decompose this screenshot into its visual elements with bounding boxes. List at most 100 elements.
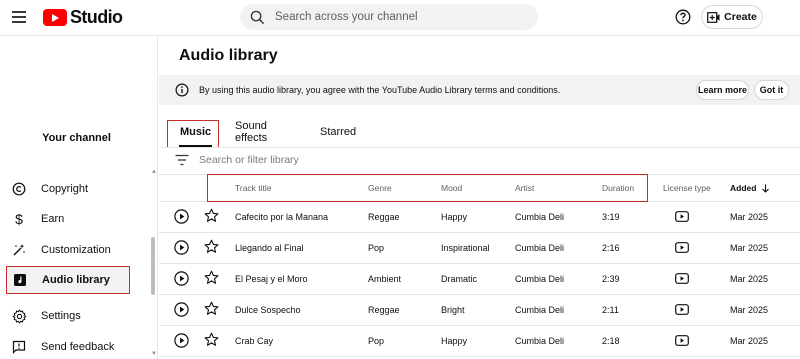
your-channel-label: Your channel xyxy=(42,132,111,144)
table-row[interactable]: Dulce Sospecho Reggae Bright Cumbia Deli… xyxy=(159,295,800,326)
studio-logo[interactable]: Studio xyxy=(43,7,123,28)
page-title: Audio library xyxy=(179,47,278,64)
filter-input[interactable] xyxy=(199,154,499,166)
tab-divider xyxy=(159,147,800,148)
menu-icon[interactable] xyxy=(12,11,26,23)
sidebar-item-label: Settings xyxy=(41,310,81,322)
track-title: Llegando al Final xyxy=(235,243,304,253)
track-duration: 2:39 xyxy=(602,274,620,284)
track-duration: 2:11 xyxy=(602,305,619,315)
youtube-license-icon xyxy=(675,242,689,253)
table-row[interactable]: Crab Cay Pop Happy Cumbia Deli 2:18 Mar … xyxy=(159,326,800,357)
star-icon[interactable] xyxy=(204,239,219,254)
create-button[interactable]: Create xyxy=(701,5,763,29)
track-genre: Reggae xyxy=(368,212,400,222)
sidebar-item-settings[interactable]: Settings xyxy=(0,302,150,330)
play-icon[interactable] xyxy=(174,302,189,317)
music-tab-highlight xyxy=(167,120,219,148)
track-mood: Inspirational xyxy=(441,243,490,253)
track-genre: Ambient xyxy=(368,274,402,284)
table-row[interactable]: El Pesaj y el Moro Ambient Dramatic Cumb… xyxy=(159,264,800,295)
got-it-button[interactable]: Got it xyxy=(754,80,789,100)
learn-more-button[interactable]: Learn more xyxy=(696,80,749,100)
track-duration: 2:18 xyxy=(602,336,620,346)
search-input[interactable] xyxy=(275,11,515,23)
search-bar[interactable] xyxy=(240,4,538,30)
sidebar-item-earn[interactable]: $ Earn xyxy=(0,205,150,233)
sidebar-scrollbar[interactable] xyxy=(151,237,155,295)
sidebar: Your channel Copyright $ Earn Customizat… xyxy=(0,37,158,359)
track-mood: Bright xyxy=(441,305,465,315)
top-bar: Studio Create xyxy=(0,0,800,36)
sidebar-item-label: Copyright xyxy=(41,183,89,195)
scroll-up-arrow[interactable]: ▲ xyxy=(151,169,157,175)
track-artist[interactable]: Cumbia Deli xyxy=(515,336,564,346)
youtube-license-icon xyxy=(675,273,689,284)
added-label: Added xyxy=(730,183,757,193)
youtube-license-icon xyxy=(675,211,689,222)
track-title: Dulce Sospecho xyxy=(235,305,301,315)
track-added: Mar 2025 xyxy=(730,212,769,222)
sidebar-item-label: Audio library xyxy=(42,274,110,286)
track-artist[interactable]: Cumbia Deli xyxy=(515,243,564,253)
sidebar-item-copyright[interactable]: Copyright xyxy=(0,175,150,203)
track-duration: 3:19 xyxy=(602,212,620,222)
star-icon[interactable] xyxy=(204,270,219,285)
track-title: El Pesaj y el Moro xyxy=(235,274,308,284)
scroll-down-arrow[interactable]: ▼ xyxy=(151,351,157,357)
create-label: Create xyxy=(724,11,757,23)
track-artist[interactable]: Cumbia Deli xyxy=(515,305,564,315)
columns-highlight xyxy=(207,174,648,202)
sidebar-item-customization[interactable]: Customization xyxy=(0,236,150,264)
track-mood: Happy xyxy=(441,336,468,346)
copyright-icon xyxy=(11,181,27,197)
audio-library-icon xyxy=(12,272,28,288)
play-icon[interactable] xyxy=(174,333,189,348)
sort-down-arrow-icon xyxy=(762,184,770,193)
track-title: Crab Cay xyxy=(235,336,274,346)
sidebar-item-label: Send feedback xyxy=(41,341,115,353)
help-icon[interactable] xyxy=(675,9,691,25)
sidebar-item-audio-library[interactable]: Audio library xyxy=(6,266,130,294)
play-icon[interactable] xyxy=(174,240,189,255)
tab-starred[interactable]: Starred xyxy=(320,115,356,149)
gear-icon xyxy=(11,308,27,324)
track-added: Mar 2025 xyxy=(730,305,769,315)
main-content: Audio library By using this audio librar… xyxy=(159,37,800,359)
create-video-icon xyxy=(707,11,720,23)
track-title: Cafecito por la Manana xyxy=(235,212,329,222)
magic-wand-icon xyxy=(11,242,27,258)
terms-banner: By using this audio library, you agree w… xyxy=(159,75,800,105)
filter-bar[interactable] xyxy=(175,151,499,169)
table-row[interactable]: Llegando al Final Pop Inspirational Cumb… xyxy=(159,233,800,264)
feedback-icon xyxy=(11,339,27,355)
sidebar-item-label: Earn xyxy=(41,213,65,225)
youtube-play-icon xyxy=(43,9,67,26)
track-artist[interactable]: Cumbia Deli xyxy=(515,274,564,284)
youtube-license-icon xyxy=(675,304,689,315)
track-mood: Dramatic xyxy=(441,274,478,284)
play-icon[interactable] xyxy=(174,209,189,224)
logo-text: Studio xyxy=(70,7,123,27)
dollar-icon: $ xyxy=(15,211,23,227)
star-icon[interactable] xyxy=(204,208,219,223)
sidebar-item-send-feedback[interactable]: Send feedback xyxy=(0,333,150,359)
play-icon[interactable] xyxy=(174,271,189,286)
track-duration: 2:16 xyxy=(602,243,620,253)
track-added: Mar 2025 xyxy=(730,336,769,346)
youtube-license-icon xyxy=(675,335,689,346)
column-header-license-type[interactable]: License type xyxy=(663,183,711,193)
track-added: Mar 2025 xyxy=(730,243,769,253)
filter-icon[interactable] xyxy=(175,154,189,166)
star-icon[interactable] xyxy=(204,301,219,316)
tab-sound-effects[interactable]: Sound effects xyxy=(235,115,267,149)
sidebar-item-label: Customization xyxy=(41,244,111,256)
table-row[interactable]: Cafecito por la Manana Reggae Happy Cumb… xyxy=(159,202,800,233)
track-mood: Happy xyxy=(441,212,468,222)
info-icon xyxy=(175,83,189,97)
track-added: Mar 2025 xyxy=(730,274,769,284)
track-genre: Reggae xyxy=(368,305,400,315)
track-artist[interactable]: Cumbia Deli xyxy=(515,212,564,222)
star-icon[interactable] xyxy=(204,332,219,347)
column-header-added[interactable]: Added xyxy=(730,183,770,193)
